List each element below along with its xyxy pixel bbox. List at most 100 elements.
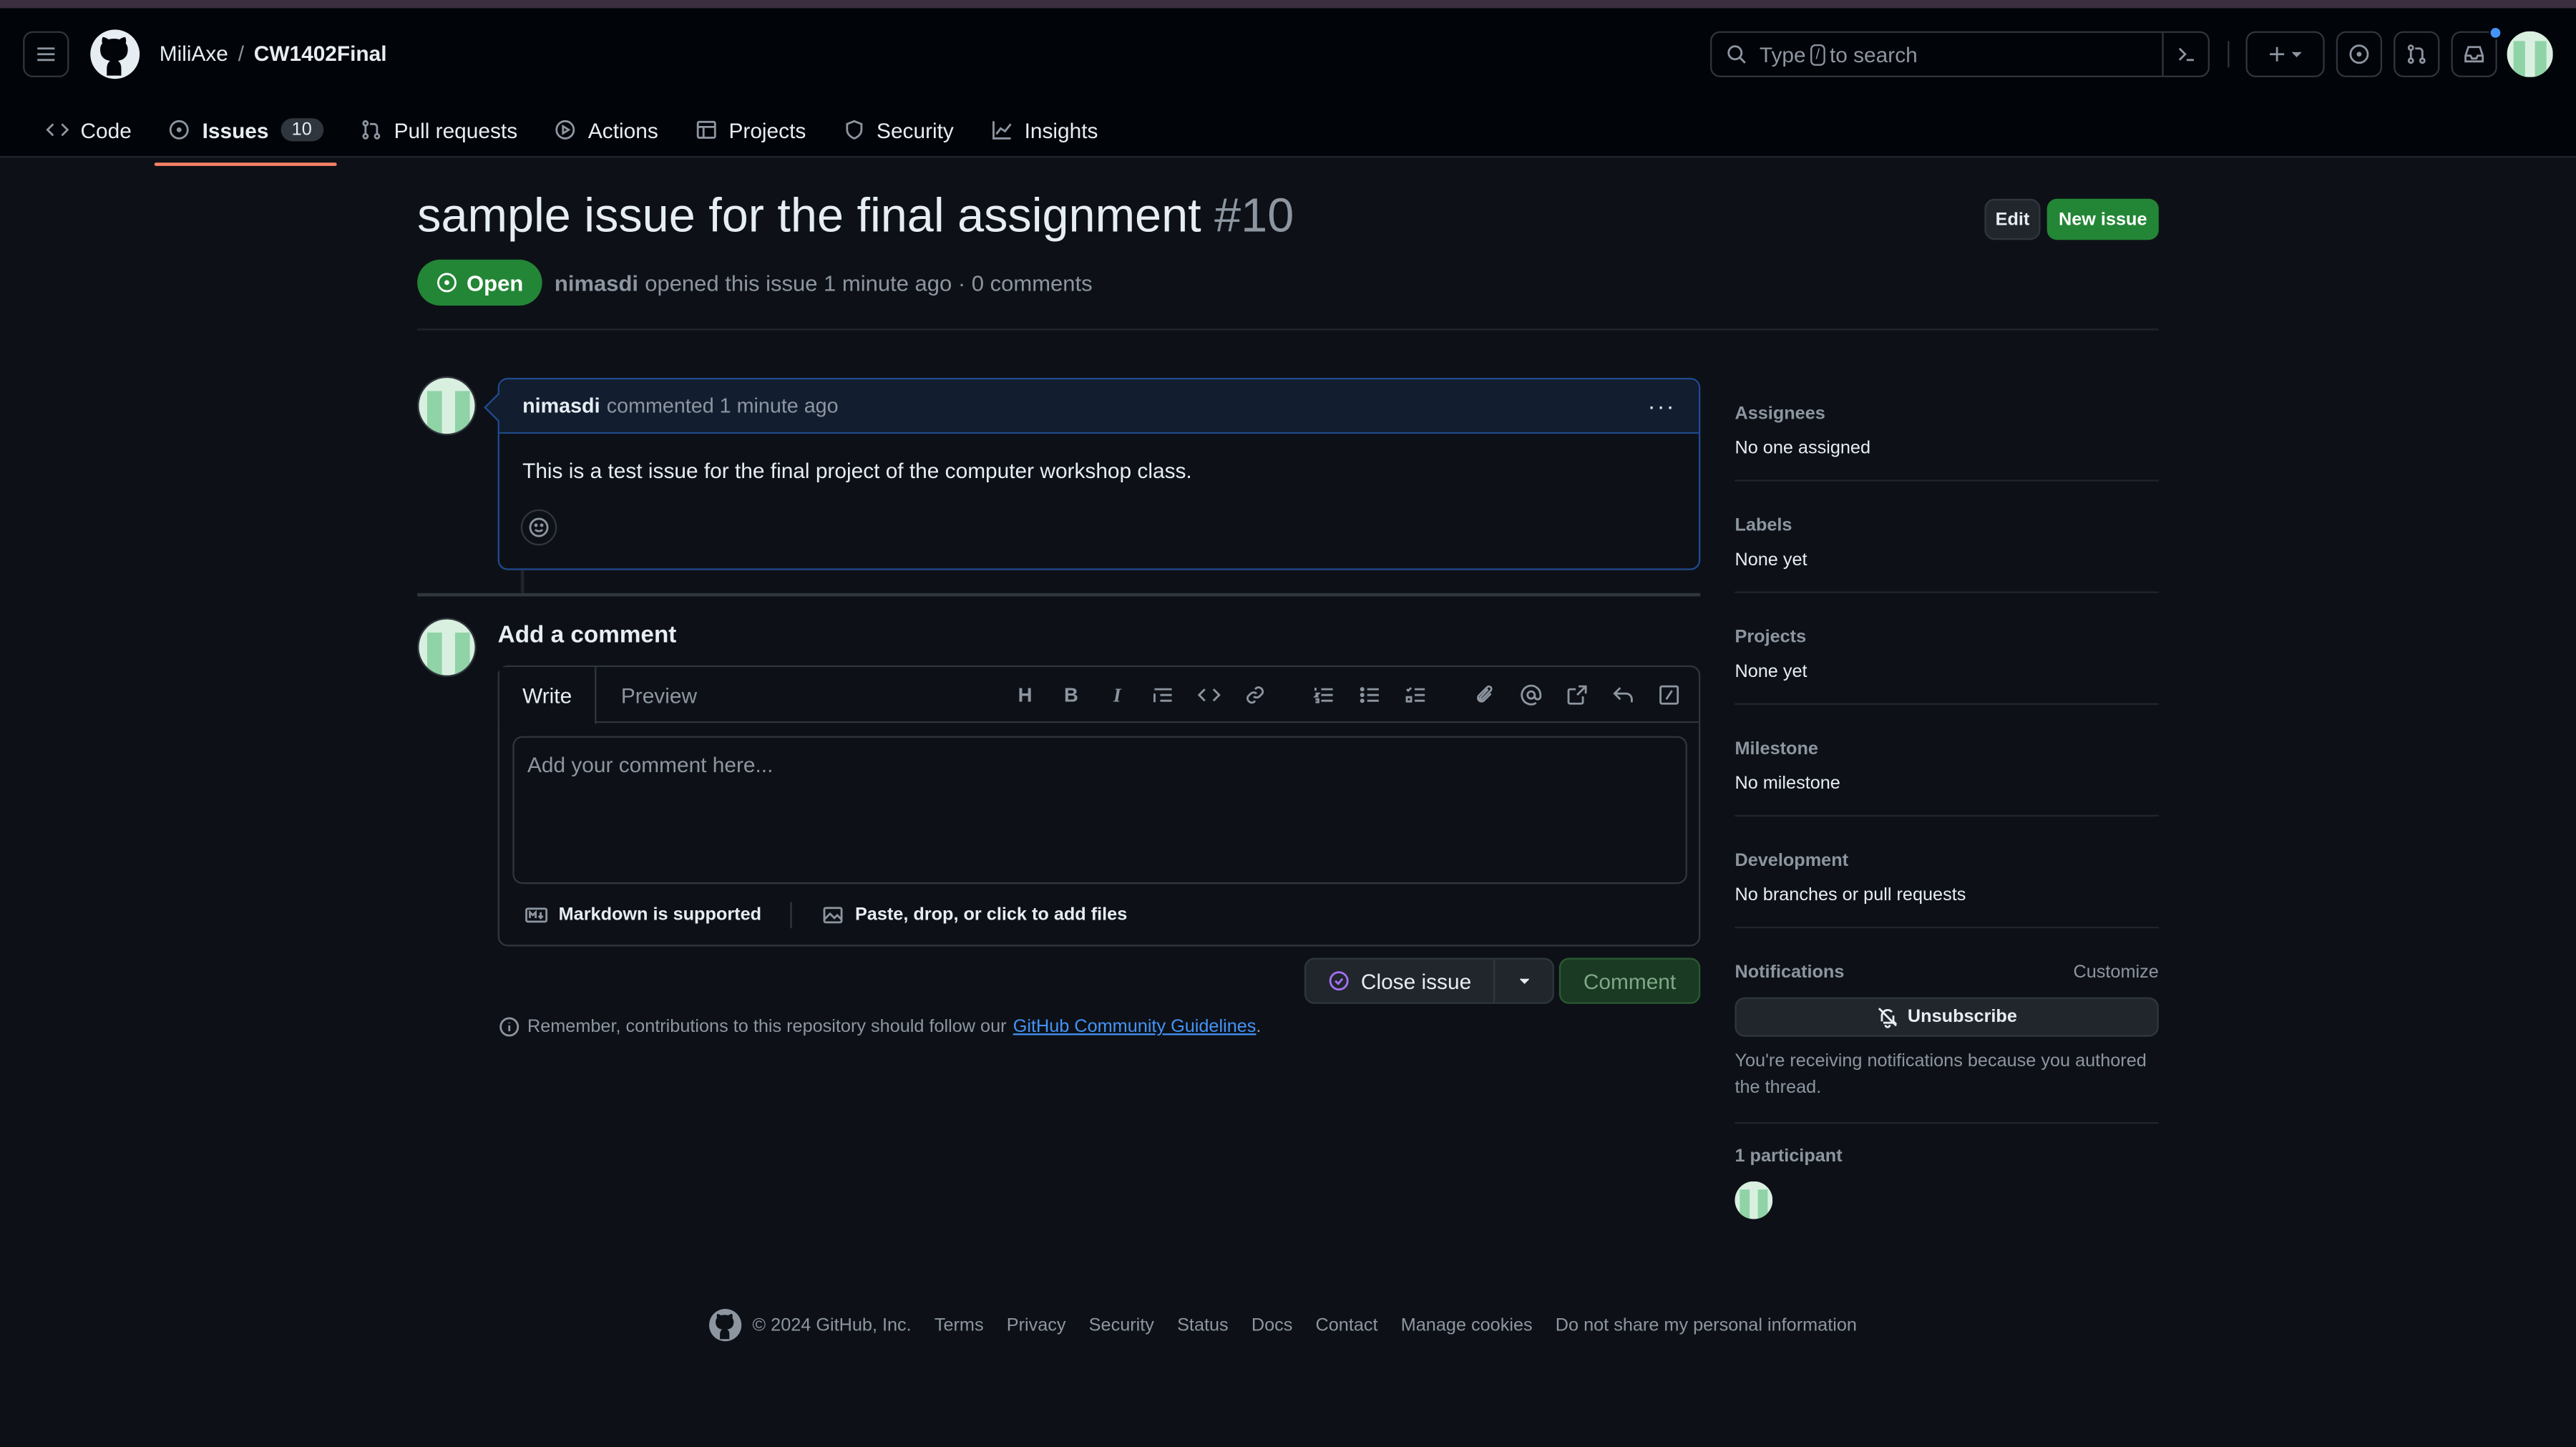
bell-slash-icon <box>1878 1008 1898 1028</box>
kebab-horizontal-icon[interactable]: ··· <box>1648 393 1676 419</box>
labels-value: None yet <box>1735 550 1807 570</box>
image-icon <box>824 907 844 924</box>
notification-dot <box>2489 26 2502 40</box>
footer-do-not-share-link[interactable]: Do not share my personal information <box>1556 1315 1857 1335</box>
close-issue-label: Close issue <box>1360 968 1472 993</box>
pull-requests-shortcut-button[interactable] <box>2394 31 2440 77</box>
comment-author-avatar[interactable] <box>417 376 477 436</box>
issue-title-row: sample issue for the final assignment #1… <box>417 190 2159 245</box>
code-icon[interactable] <box>1196 682 1222 708</box>
cross-reference-icon[interactable] <box>1564 682 1591 708</box>
footer-contact-link[interactable]: Contact <box>1316 1315 1378 1335</box>
italic-icon[interactable]: I <box>1104 682 1131 708</box>
user-avatar[interactable] <box>2507 31 2553 77</box>
tab-pull-requests[interactable]: Pull requests <box>346 102 530 157</box>
timeline-line <box>520 570 525 593</box>
search-input[interactable]: Type / to search <box>1710 31 2210 77</box>
notification-reason: You're receiving notifications because y… <box>1735 1051 2147 1098</box>
github-mark-icon[interactable] <box>708 1308 743 1343</box>
add-comment-heading: Add a comment <box>497 623 677 649</box>
ordered-list-icon[interactable] <box>1311 682 1337 708</box>
new-issue-button[interactable]: New issue <box>2046 198 2159 240</box>
tab-preview[interactable]: Preview <box>598 667 720 723</box>
tab-issues-label: Issues <box>202 117 269 142</box>
sidebar-projects[interactable]: Projects None yet <box>1735 593 2159 705</box>
quote-icon[interactable] <box>1150 682 1176 708</box>
attach-files-button[interactable]: Paste, drop, or click to add files <box>855 905 1127 925</box>
issue-author-link[interactable]: nimasdi <box>555 271 638 295</box>
inbox-button[interactable] <box>2451 26 2502 77</box>
link-icon[interactable] <box>1242 682 1269 708</box>
markdown-note[interactable]: Markdown is supported <box>559 905 761 925</box>
close-options-dropdown[interactable] <box>1495 960 1552 1003</box>
comment-textarea[interactable]: Add your comment here... <box>512 736 1687 885</box>
mention-icon[interactable] <box>1518 682 1544 708</box>
search-prefix: Type <box>1759 42 1806 67</box>
footer-docs-link[interactable]: Docs <box>1252 1315 1293 1335</box>
comment-author-link[interactable]: nimasdi <box>522 394 600 417</box>
editor-footer: Markdown is supported Paste, drop, or cl… <box>524 902 1127 929</box>
footer-privacy-link[interactable]: Privacy <box>1007 1315 1066 1335</box>
customize-link[interactable]: Customize <box>2073 963 2158 983</box>
tab-projects[interactable]: Projects <box>681 102 819 157</box>
comment-action: commented 1 minute ago <box>606 394 839 418</box>
tab-actions[interactable]: Actions <box>540 102 671 157</box>
footer-status-link[interactable]: Status <box>1177 1315 1229 1335</box>
projects-value: None yet <box>1735 662 1807 682</box>
tab-write[interactable]: Write <box>499 667 597 725</box>
issue-sidebar: Assignees No one assigned Labels None ye… <box>1735 391 2159 1240</box>
footer-terms-link[interactable]: Terms <box>935 1315 984 1335</box>
comment-button[interactable]: Comment <box>1558 958 1701 1004</box>
development-value: No branches or pull requests <box>1735 885 1966 906</box>
edit-button[interactable]: Edit <box>1984 198 2041 240</box>
add-reaction-button[interactable] <box>520 509 557 546</box>
issue-title: sample issue for the final assignment #1… <box>417 190 2159 245</box>
unordered-list-icon[interactable] <box>1357 682 1383 708</box>
smiley-icon <box>529 517 549 537</box>
status-label: Open <box>467 270 524 296</box>
heading-icon[interactable]: H <box>1012 682 1038 708</box>
community-guidelines-link[interactable]: GitHub Community Guidelines <box>1013 1017 1257 1037</box>
footer-security-link[interactable]: Security <box>1089 1315 1154 1335</box>
table-icon <box>696 120 716 139</box>
page-footer: © 2024 GitHub, Inc. Terms Privacy Securi… <box>708 1308 1880 1343</box>
issue-comment: nimasdi commented 1 minute ago ··· This … <box>484 378 1701 570</box>
issue-title-text: sample issue for the final assignment <box>417 190 1201 243</box>
sidebar-assignees[interactable]: Assignees No one assigned <box>1735 391 2159 482</box>
issues-shortcut-button[interactable] <box>2336 31 2383 77</box>
reply-icon[interactable] <box>1610 682 1636 708</box>
tab-insights[interactable]: Insights <box>977 102 1111 157</box>
github-logo-icon[interactable] <box>89 28 141 80</box>
inbox-icon <box>2464 46 2484 63</box>
task-list-icon[interactable] <box>1403 682 1430 708</box>
search-suffix: to search <box>1829 42 1918 67</box>
sidebar-milestone[interactable]: Milestone No milestone <box>1735 705 2159 817</box>
repo-name-link[interactable]: CW1402Final <box>254 41 387 65</box>
sidebar-development[interactable]: Development No branches or pull requests <box>1735 817 2159 929</box>
triangle-down-icon <box>2292 52 2302 58</box>
paperclip-icon[interactable] <box>1472 682 1498 708</box>
command-palette-button[interactable] <box>2162 32 2207 76</box>
create-new-button[interactable] <box>2245 31 2325 77</box>
page: MiliAxe / CW1402Final Type / to search C… <box>0 0 2576 1447</box>
repo-owner-link[interactable]: MiliAxe <box>160 41 228 65</box>
terminal-icon <box>2177 47 2193 62</box>
footer-cookies-link[interactable]: Manage cookies <box>1401 1315 1533 1335</box>
unsubscribe-button[interactable]: Unsubscribe <box>1735 997 2159 1037</box>
tab-issues[interactable]: Issues 10 <box>154 102 336 166</box>
participant-avatar[interactable] <box>1735 1181 1773 1219</box>
sidebar-labels[interactable]: Labels None yet <box>1735 482 2159 593</box>
notice-period: . <box>1256 1017 1262 1037</box>
play-icon <box>555 120 575 140</box>
development-heading: Development <box>1735 851 1849 871</box>
close-issue-button[interactable]: Close issue <box>1306 959 1496 1003</box>
tab-projects-label: Projects <box>728 117 806 142</box>
tab-security[interactable]: Security <box>829 102 967 157</box>
tab-code[interactable]: Code <box>33 102 145 157</box>
menu-button[interactable] <box>23 31 69 77</box>
bold-icon[interactable]: B <box>1058 682 1085 708</box>
title-divider <box>417 328 2159 331</box>
issue-opened-icon <box>2349 44 2369 64</box>
slash-commands-icon[interactable] <box>1656 682 1682 708</box>
tab-actions-label: Actions <box>587 117 658 142</box>
